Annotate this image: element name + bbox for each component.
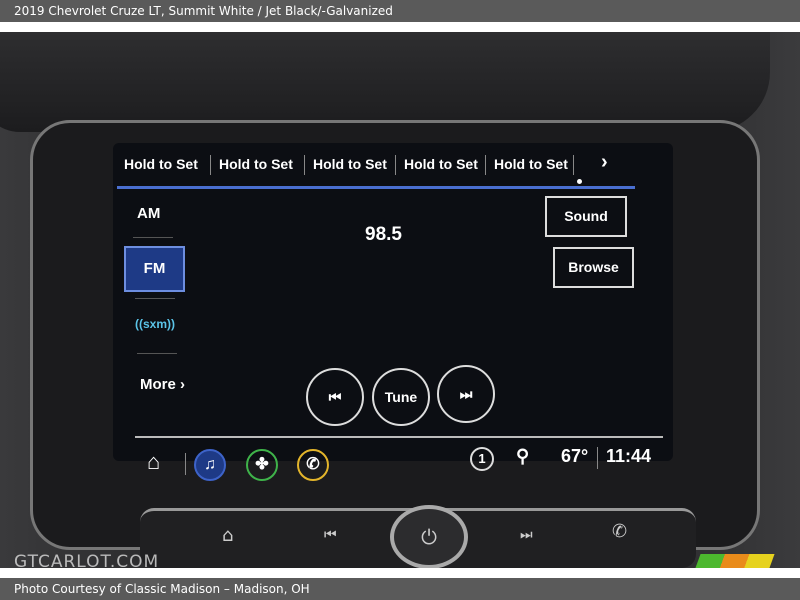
divider: [395, 155, 396, 175]
divider: [137, 353, 177, 354]
phone-button-icon[interactable]: ✆: [612, 521, 627, 542]
divider: [304, 155, 305, 175]
divider: [485, 155, 486, 175]
source-am[interactable]: AM: [137, 205, 160, 222]
home-icon[interactable]: ⌂: [147, 449, 160, 475]
preset-2[interactable]: Hold to Set: [219, 156, 293, 172]
divider: [210, 155, 211, 175]
watermark-stripes: [695, 554, 775, 568]
frequency: 98.5: [365, 224, 402, 245]
dashboard: [0, 32, 770, 132]
source-fm[interactable]: FM: [124, 246, 185, 292]
prev-track-icon[interactable]: ⏮: [324, 527, 337, 543]
preset-1[interactable]: Hold to Set: [124, 156, 198, 172]
preset-4[interactable]: Hold to Set: [404, 156, 478, 172]
temperature: 67°: [561, 446, 589, 466]
home-button-icon[interactable]: ⌂: [222, 525, 233, 546]
car-photo: Hold to Set Hold to Set Hold to Set Hold…: [0, 32, 800, 568]
clock: 11:44: [606, 446, 652, 466]
page-title: 2019 Chevrolet Cruze LT, Summit White / …: [0, 0, 800, 22]
preset-indicator: [117, 186, 635, 189]
watermark-logo: GTCARLOT.COM: [14, 552, 160, 568]
location-pin-icon[interactable]: ⚲: [516, 446, 529, 467]
divider: [597, 447, 598, 469]
physical-controls: ⌂ ⏮ ⏻ ⏭ ✆: [140, 505, 696, 568]
climate-fan-icon[interactable]: ✤: [246, 449, 278, 481]
divider: [185, 453, 186, 475]
notification-badge[interactable]: 1: [470, 447, 494, 471]
power-knob[interactable]: ⏻: [390, 505, 468, 568]
divider: [135, 436, 663, 438]
browse-button[interactable]: Browse: [553, 247, 634, 288]
seek-back-icon: ⏮: [328, 389, 342, 405]
photo-credit: Photo Courtesy of Classic Madison – Madi…: [0, 578, 800, 600]
chevron-right-icon[interactable]: ›: [601, 151, 608, 174]
source-more[interactable]: More ›: [140, 376, 185, 393]
seek-forward-icon: ⏭: [459, 386, 473, 402]
phone-icon[interactable]: ✆: [297, 449, 329, 481]
preset-3[interactable]: Hold to Set: [313, 156, 387, 172]
music-icon[interactable]: ♫: [194, 449, 226, 481]
source-sxm[interactable]: ((sxm)): [135, 317, 175, 331]
divider: [573, 155, 574, 175]
divider: [133, 237, 173, 238]
seek-back-button[interactable]: ⏮: [306, 368, 364, 426]
power-icon: ⏻: [421, 525, 437, 549]
divider: [135, 298, 175, 299]
preset-5[interactable]: Hold to Set: [494, 156, 568, 172]
page-dot: [577, 179, 582, 184]
sound-button[interactable]: Sound: [545, 196, 627, 237]
seek-forward-button[interactable]: ⏭: [437, 365, 495, 423]
next-track-icon[interactable]: ⏭: [520, 527, 533, 543]
infotainment-screen: Hold to Set Hold to Set Hold to Set Hold…: [113, 143, 673, 481]
tune-button[interactable]: Tune: [372, 368, 430, 426]
